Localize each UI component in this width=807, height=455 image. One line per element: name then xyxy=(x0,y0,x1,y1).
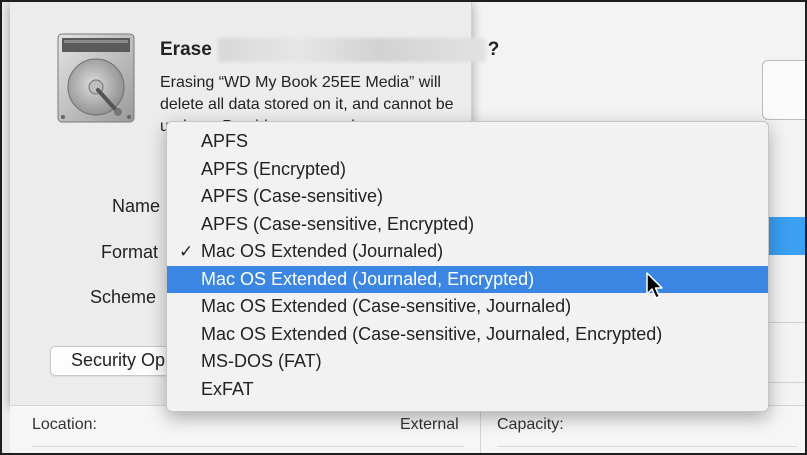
menu-item-label: Mac OS Extended (Journaled) xyxy=(201,241,444,261)
menu-item[interactable]: APFS xyxy=(167,128,768,156)
menu-item[interactable]: APFS (Case-sensitive, Encrypted) xyxy=(167,211,768,239)
hard-drive-icon xyxy=(57,33,135,123)
location-value: External xyxy=(400,416,459,433)
menu-item[interactable]: APFS (Encrypted) xyxy=(167,156,768,184)
menu-item-label: APFS (Case-sensitive, Encrypted) xyxy=(201,213,475,234)
name-label: Name xyxy=(112,196,161,216)
format-label: Format xyxy=(101,242,159,262)
menu-item-label: Mac OS Extended (Journaled, Encrypted) xyxy=(201,268,535,289)
divider xyxy=(767,322,805,323)
menu-item[interactable]: Mac OS Extended (Case-sensitive, Journal… xyxy=(167,321,768,349)
menu-item-label: ExFAT xyxy=(201,378,254,399)
title-suffix: ? xyxy=(487,39,500,60)
divider xyxy=(32,446,464,447)
menu-item[interactable]: MS-DOS (FAT) xyxy=(167,348,768,376)
format-dropdown-menu[interactable]: APFS APFS (Encrypted) APFS (Case-sensitive… xyxy=(166,121,769,412)
capacity-label: Capacity: xyxy=(497,416,564,433)
background-button[interactable] xyxy=(762,60,805,120)
location-label: Location: xyxy=(32,416,97,433)
mouse-pointer-icon xyxy=(646,272,663,299)
divider xyxy=(497,446,797,447)
info-bar: Location: External Capacity: xyxy=(10,405,805,453)
checkmark-icon: ✓ xyxy=(179,242,194,261)
menu-item[interactable]: Mac OS Extended (Journaled, Encrypted) xyxy=(167,265,768,293)
menu-item[interactable]: Mac OS Extended (Case-sensitive, Journal… xyxy=(167,293,768,321)
menu-item[interactable]: APFS (Case-sensitive) xyxy=(167,183,768,211)
menu-item[interactable]: ExFAT xyxy=(167,376,768,404)
background-selected-bar xyxy=(764,217,805,255)
menu-item-label: APFS (Encrypted) xyxy=(201,158,347,179)
menu-item-label: Mac OS Extended (Case-sensitive, Journal… xyxy=(201,323,663,344)
menu-item-label: MS-DOS (FAT) xyxy=(201,351,322,371)
scheme-label: Scheme xyxy=(90,287,157,307)
dialog-title: Erase ? xyxy=(160,38,499,62)
menu-item[interactable]: ✓ Mac OS Extended (Journaled) xyxy=(167,238,768,266)
menu-item-label: Mac OS Extended (Case-sensitive, Journal… xyxy=(201,296,572,316)
screen: Erase ? Erasing “WD My Book 25EE Media” … xyxy=(0,0,807,455)
divider xyxy=(767,382,805,383)
menu-item-label: APFS (Case-sensitive) xyxy=(201,186,384,206)
redacted-disk-name xyxy=(217,38,486,62)
menu-item-label: APFS xyxy=(201,131,249,151)
title-prefix: Erase xyxy=(160,39,212,60)
divider xyxy=(480,406,481,453)
